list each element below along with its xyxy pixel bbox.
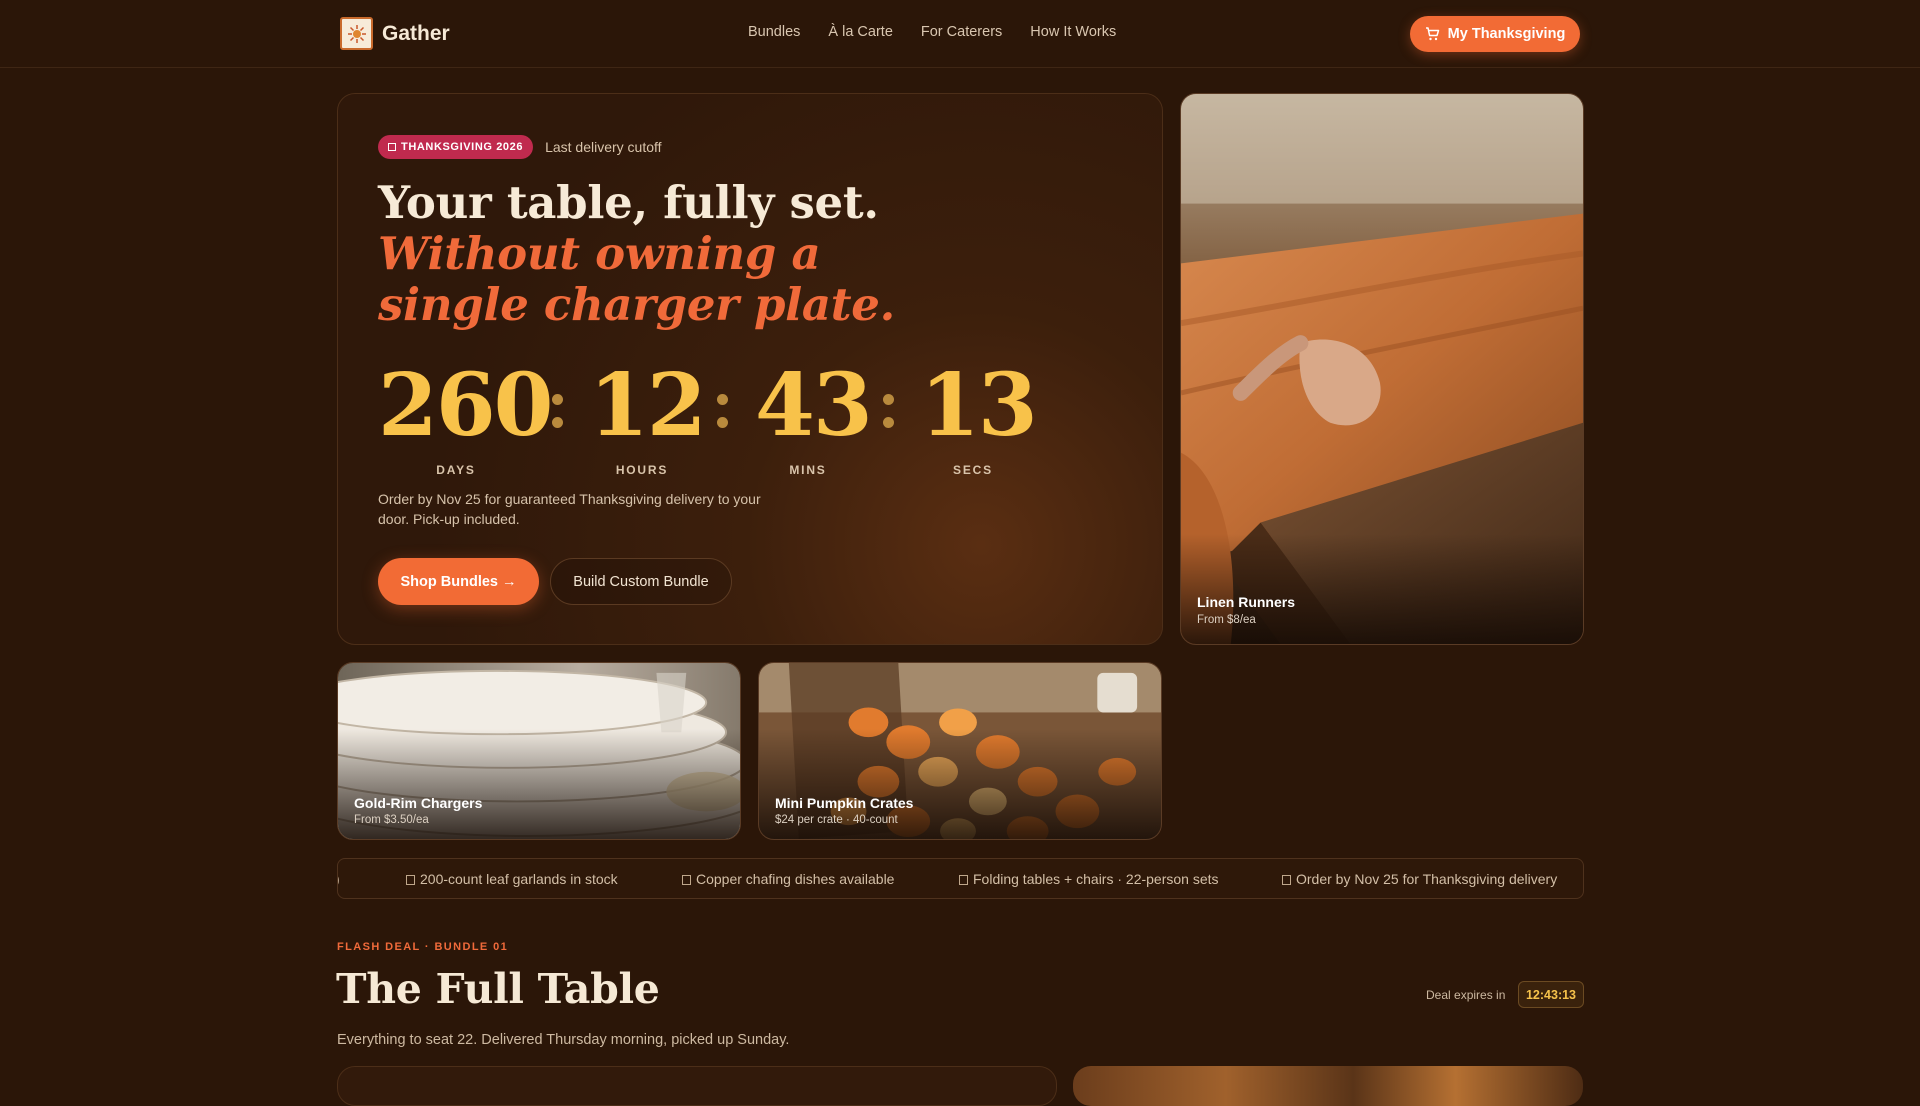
deal-timer: 12:43:13 [1518, 981, 1584, 1008]
nav-a-la-carte[interactable]: À la Carte [828, 24, 892, 40]
badge-icon [388, 143, 396, 151]
build-custom-bundle-button[interactable]: Build Custom Bundle [550, 558, 732, 605]
nav-how-it-works[interactable]: How It Works [1030, 24, 1116, 40]
shop-bundles-button[interactable]: Shop Bundles → [378, 558, 539, 605]
deal-expires-label: Deal expires in [1426, 988, 1506, 1002]
gold-rim-chargers-price: From $3.50/ea [354, 814, 429, 826]
countdown-separator [717, 394, 729, 440]
main-nav: Bundles À la Carte For Caterers How It W… [748, 24, 1116, 40]
linen-runners-price: From $8/ea [1197, 614, 1256, 626]
countdown-separator [883, 394, 895, 440]
countdown-days-label: DAYS [436, 463, 476, 477]
headline-line-2: Without owning a single charger plate. [378, 227, 895, 331]
cutoff-note: Last delivery cutoff [545, 139, 662, 155]
hero-description: Order by Nov 25 for guaranteed Thanksgiv… [378, 491, 761, 527]
cart-icon [1425, 27, 1439, 41]
product-card-linen-runners[interactable]: Linen Runners From $8/ea [1180, 93, 1584, 645]
flash-deal-description: Everything to seat 22. Delivered Thursda… [337, 1032, 790, 1048]
hero-panel: THANKSGIVING 2026 Last delivery cutoff Y… [337, 93, 1163, 645]
brand-name: Gather [382, 21, 450, 45]
ticker-item: Folding tables + chairs · 22-person sets [959, 871, 1219, 887]
ticker-item: 200-count leaf garlands in stock [406, 871, 618, 887]
ticker-item: Order by Nov 25 for Thanksgiving deliver… [1282, 871, 1557, 887]
countdown-hours-label: HOURS [615, 463, 669, 477]
top-nav: Gather Bundles À la Carte For Caterers H… [0, 0, 1920, 68]
season-badge-label: THANKSGIVING 2026 [401, 141, 524, 153]
flash-deal-eyebrow: FLASH DEAL · BUNDLE 01 [337, 941, 509, 953]
countdown-days: 260 [378, 355, 554, 456]
season-badge: THANKSGIVING 2026 [378, 135, 534, 159]
brand[interactable]: Gather [340, 17, 450, 50]
countdown-mins: 43 [755, 355, 873, 456]
product-card-mini-pumpkin-crates[interactable]: Mini Pumpkin Crates $24 per crate · 40-c… [758, 662, 1162, 840]
nav-bundles[interactable]: Bundles [748, 24, 800, 40]
cart-label: My Thanksgiving [1447, 26, 1566, 42]
nav-for-caterers[interactable]: For Caterers [921, 24, 1002, 40]
linen-runners-title: Linen Runners [1197, 594, 1296, 610]
countdown-hours: 12 [589, 355, 707, 456]
flash-deal-title: The Full Table [336, 965, 660, 1013]
ticker-item-partial: ) [338, 871, 340, 887]
countdown-mins-label: MINS [789, 463, 827, 477]
headline-line-1: Your table, fully set. [378, 176, 879, 229]
ticker-item: Copper chafing dishes available [682, 871, 894, 887]
mini-pumpkin-crates-title: Mini Pumpkin Crates [775, 795, 914, 811]
announcement-ticker: ) 200-count leaf garlands in stock Coppe… [337, 858, 1584, 899]
hero-headline: Your table, fully set. Without owning a … [378, 177, 938, 330]
mini-pumpkin-crates-price: $24 per crate · 40-count [775, 814, 898, 826]
my-thanksgiving-button[interactable]: My Thanksgiving [1410, 16, 1580, 52]
badge-row: THANKSGIVING 2026 Last delivery cutoff [378, 135, 662, 159]
gold-rim-chargers-title: Gold-Rim Chargers [354, 795, 483, 811]
countdown-secs-label: SECS [953, 463, 993, 477]
brand-logo-icon [340, 17, 373, 50]
bundle-card-partial [337, 1066, 1057, 1106]
bundle-image-partial [1073, 1066, 1583, 1106]
countdown-secs: 13 [920, 355, 1038, 456]
countdown-separator [552, 394, 564, 440]
product-card-gold-rim-chargers[interactable]: Gold-Rim Chargers From $3.50/ea [337, 662, 741, 840]
